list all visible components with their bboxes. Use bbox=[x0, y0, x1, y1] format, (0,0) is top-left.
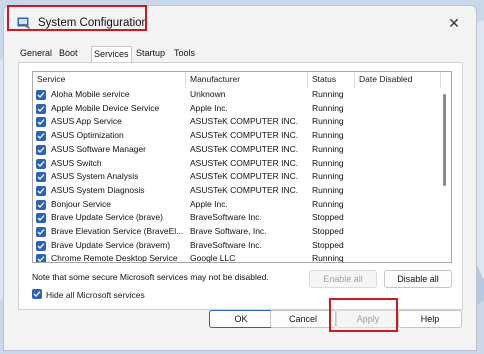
service-row[interactable]: Chrome Remote Desktop Service Google LLC R… bbox=[33, 252, 451, 263]
service-name: ASUS System Diagnosis bbox=[51, 184, 145, 195]
service-checkbox[interactable] bbox=[36, 185, 46, 196]
service-name: Brave Update Service (brave) bbox=[51, 212, 163, 223]
service-name: Aloha Mobile service bbox=[51, 89, 130, 99]
service-row[interactable]: Brave Update Service (bravem) BraveSoftwa… bbox=[33, 239, 451, 253]
service-status: Running bbox=[312, 198, 344, 209]
column-manufacturer[interactable]: Manufacturer bbox=[186, 72, 308, 88]
service-status: Running bbox=[312, 157, 344, 168]
service-row[interactable]: ASUS Optimization ASUSTeK COMPUTER INC. Ru… bbox=[33, 129, 451, 143]
service-manufacturer: ASUSTeK COMPUTER INC. bbox=[190, 143, 299, 154]
service-status: Running bbox=[312, 253, 344, 263]
scrollbar-thumb[interactable] bbox=[443, 94, 446, 186]
service-row[interactable]: Aloha Mobile service Unknown Running bbox=[33, 88, 451, 102]
tab-startup[interactable]: Startup bbox=[134, 46, 167, 62]
service-manufacturer: BraveSoftware Inc. bbox=[190, 239, 262, 250]
ok-button[interactable]: OK bbox=[209, 310, 273, 328]
list-scrollbar[interactable] bbox=[439, 72, 451, 262]
service-status: Stopped bbox=[312, 226, 344, 236]
tab-general[interactable]: General bbox=[18, 46, 54, 62]
service-row[interactable]: ASUS App Service ASUSTeK COMPUTER INC. Run… bbox=[33, 115, 451, 129]
service-manufacturer: BraveSoftware Inc. bbox=[190, 212, 262, 223]
service-checkbox[interactable] bbox=[36, 240, 46, 251]
service-checkbox[interactable] bbox=[36, 199, 46, 210]
service-status: Running bbox=[312, 184, 344, 195]
service-manufacturer: ASUSTeK COMPUTER INC. bbox=[190, 157, 299, 168]
service-checkbox[interactable] bbox=[36, 213, 46, 224]
service-checkbox[interactable] bbox=[36, 144, 46, 155]
service-manufacturer: ASUSTeK COMPUTER INC. bbox=[190, 171, 299, 182]
service-row[interactable]: Apple Mobile Device Service Apple Inc. Run… bbox=[33, 102, 451, 116]
hide-ms-label: Hide all Microsoft services bbox=[46, 290, 145, 300]
service-manufacturer: Apple Inc. bbox=[190, 102, 228, 113]
service-name: ASUS Switch bbox=[51, 157, 102, 168]
service-status: Running bbox=[312, 89, 344, 99]
service-status: Running bbox=[312, 143, 344, 154]
service-name: ASUS App Service bbox=[51, 116, 122, 127]
service-manufacturer: Apple Inc. bbox=[190, 198, 228, 209]
service-status: Running bbox=[312, 102, 344, 113]
service-checkbox[interactable] bbox=[36, 103, 46, 114]
apply-highlight-box bbox=[329, 298, 398, 332]
service-manufacturer: ASUSTeK COMPUTER INC. bbox=[190, 130, 299, 141]
service-status: Running bbox=[312, 130, 344, 141]
tab-services[interactable]: Services bbox=[91, 46, 132, 63]
service-checkbox[interactable] bbox=[36, 131, 46, 142]
service-checkbox[interactable] bbox=[36, 172, 46, 183]
service-row[interactable]: Brave Elevation Service (BraveEl... Brave… bbox=[33, 225, 451, 239]
service-name: Brave Update Service (bravem) bbox=[51, 239, 171, 250]
title-highlight-box bbox=[7, 5, 147, 31]
column-service[interactable]: Service bbox=[33, 72, 186, 88]
services-list[interactable]: Service Manufacturer Status Date Disable… bbox=[32, 71, 452, 263]
column-status[interactable]: Status bbox=[308, 72, 355, 88]
service-checkbox[interactable] bbox=[36, 117, 46, 128]
service-status: Running bbox=[312, 116, 344, 127]
column-date-disabled[interactable]: Date Disabled bbox=[355, 72, 441, 88]
service-checkbox[interactable] bbox=[36, 90, 46, 100]
hide-ms-checkbox[interactable] bbox=[32, 289, 42, 299]
system-configuration-window: System Configuration ✕ General Boot Serv… bbox=[3, 5, 477, 351]
service-manufacturer: Unknown bbox=[190, 89, 226, 99]
cancel-button[interactable]: Cancel bbox=[270, 310, 336, 328]
service-manufacturer: Google LLC bbox=[190, 253, 236, 263]
tab-boot[interactable]: Boot bbox=[57, 46, 80, 62]
service-row[interactable]: ASUS System Diagnosis ASUSTeK COMPUTER IN… bbox=[33, 184, 451, 198]
service-row[interactable]: ASUS System Analysis ASUSTeK COMPUTER INC… bbox=[33, 170, 451, 184]
service-name: ASUS System Analysis bbox=[51, 171, 139, 182]
service-checkbox[interactable] bbox=[36, 158, 46, 169]
disable-all-button[interactable]: Disable all bbox=[384, 270, 452, 288]
service-name: Apple Mobile Device Service bbox=[51, 102, 160, 113]
close-icon[interactable]: ✕ bbox=[446, 15, 462, 31]
secure-services-note: Note that some secure Microsoft services… bbox=[32, 272, 269, 282]
service-name: ASUS Software Manager bbox=[51, 143, 146, 154]
enable-all-button[interactable]: Enable all bbox=[309, 270, 377, 288]
service-manufacturer: ASUSTeK COMPUTER INC. bbox=[190, 184, 299, 195]
service-row[interactable]: Bonjour Service Apple Inc. Running bbox=[33, 198, 451, 212]
service-name: ASUS Optimization bbox=[51, 130, 124, 141]
service-row[interactable]: ASUS Software Manager ASUSTeK COMPUTER IN… bbox=[33, 143, 451, 157]
service-name: Bonjour Service bbox=[51, 198, 112, 209]
service-status: Stopped bbox=[312, 239, 344, 250]
service-manufacturer: ASUSTeK COMPUTER INC. bbox=[190, 116, 299, 127]
list-header: Service Manufacturer Status Date Disable… bbox=[33, 72, 451, 88]
service-name: Brave Elevation Service (BraveEl... bbox=[51, 226, 184, 236]
service-checkbox[interactable] bbox=[36, 227, 46, 237]
tab-tools[interactable]: Tools bbox=[172, 46, 197, 62]
service-checkbox[interactable] bbox=[36, 254, 46, 262]
services-panel: Service Manufacturer Status Date Disable… bbox=[18, 62, 463, 310]
service-row[interactable]: ASUS Switch ASUSTeK COMPUTER INC. Running bbox=[33, 157, 451, 171]
help-button[interactable]: Help bbox=[398, 310, 462, 328]
service-row[interactable]: Brave Update Service (brave) BraveSoftwar… bbox=[33, 211, 451, 225]
service-status: Stopped bbox=[312, 212, 344, 223]
service-manufacturer: Brave Software, Inc. bbox=[190, 226, 267, 236]
service-status: Running bbox=[312, 171, 344, 182]
service-name: Chrome Remote Desktop Service bbox=[51, 253, 178, 263]
